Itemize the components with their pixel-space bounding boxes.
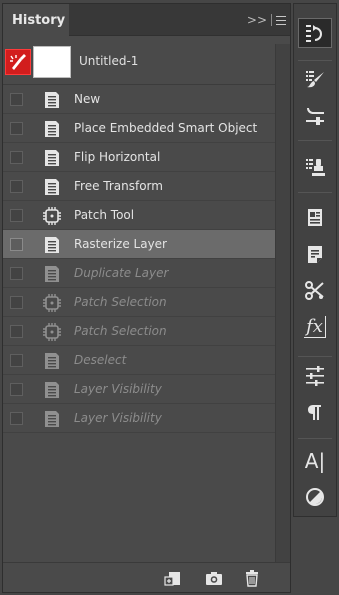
new-document-from-state-icon[interactable] bbox=[164, 569, 182, 587]
panel-header: History >> bbox=[3, 4, 290, 36]
brush-presets-icon[interactable] bbox=[298, 64, 332, 94]
history-state-label: Layer Visibility bbox=[74, 382, 162, 396]
tools-icon[interactable] bbox=[298, 275, 332, 305]
toolbar-divider bbox=[298, 438, 332, 439]
history-state-label: Place Embedded Smart Object bbox=[74, 121, 258, 135]
history-state-label: New bbox=[74, 92, 101, 106]
document-icon bbox=[42, 264, 62, 284]
history-brush-source-checkbox[interactable] bbox=[10, 325, 23, 338]
panel-dock-toolbar: fx A| bbox=[293, 3, 337, 517]
properties-icon[interactable] bbox=[298, 202, 332, 232]
history-state-row[interactable]: Patch Selection bbox=[3, 317, 275, 346]
document-icon bbox=[42, 351, 62, 371]
toolbar-divider bbox=[298, 192, 332, 193]
history-brush-source-checkbox[interactable] bbox=[10, 238, 23, 251]
history-state-label: Duplicate Layer bbox=[74, 266, 169, 280]
history-state-row[interactable]: Patch Tool bbox=[3, 201, 275, 230]
patch-icon bbox=[42, 293, 62, 313]
document-icon bbox=[42, 235, 62, 255]
character-label: A| bbox=[304, 449, 326, 473]
patch-icon bbox=[42, 206, 62, 226]
adjustments-icon[interactable] bbox=[298, 360, 332, 390]
document-icon bbox=[42, 90, 62, 110]
history-state-row[interactable]: Layer Visibility bbox=[3, 404, 275, 433]
history-state-label: Patch Tool bbox=[74, 208, 135, 222]
snapshot-thumbnail[interactable] bbox=[33, 46, 71, 78]
history-state-label: Deselect bbox=[74, 353, 127, 367]
history-state-row[interactable]: Duplicate Layer bbox=[3, 259, 275, 288]
color-icon[interactable] bbox=[298, 482, 332, 512]
fx-label: fx bbox=[304, 316, 326, 338]
history-brush-source-checkbox[interactable] bbox=[10, 354, 23, 367]
history-list: New Place Embedded Smart Object Flip Horiz… bbox=[3, 84, 275, 433]
brush-settings-icon[interactable] bbox=[298, 101, 332, 131]
document-icon bbox=[42, 380, 62, 400]
camera-icon[interactable] bbox=[205, 569, 223, 587]
character-icon[interactable]: A| bbox=[298, 446, 332, 476]
photoshop-workspace: History >> Untitled-1 New Place Embedded … bbox=[0, 0, 339, 595]
history-brush-source-checkbox[interactable] bbox=[10, 383, 23, 396]
tab-history[interactable]: History bbox=[3, 4, 69, 36]
toolbar-divider bbox=[298, 140, 332, 141]
document-icon bbox=[42, 177, 62, 197]
history-state-label: Patch Selection bbox=[74, 324, 167, 338]
scrollbar[interactable] bbox=[275, 44, 290, 566]
history-panel: History >> Untitled-1 New Place Embedded … bbox=[2, 3, 291, 593]
document-icon bbox=[42, 409, 62, 429]
collapse-icon[interactable]: >> bbox=[247, 13, 267, 27]
history-brush-source-checkbox[interactable] bbox=[10, 122, 23, 135]
history-state-row[interactable]: Place Embedded Smart Object bbox=[3, 114, 275, 143]
notes-icon[interactable] bbox=[298, 239, 332, 269]
document-icon bbox=[42, 119, 62, 139]
toolbar-divider bbox=[298, 60, 332, 61]
history-state-row[interactable]: Free Transform bbox=[3, 172, 275, 201]
snapshot-name: Untitled-1 bbox=[79, 54, 139, 68]
history-brush-source-checkbox[interactable] bbox=[10, 180, 23, 193]
document-icon bbox=[42, 148, 62, 168]
history-state-label: Flip Horizontal bbox=[74, 150, 161, 164]
history-brush-source-checkbox[interactable] bbox=[10, 296, 23, 309]
history-state-label: Layer Visibility bbox=[74, 411, 162, 425]
history-brush-source-icon[interactable] bbox=[5, 49, 31, 75]
history-state-row[interactable]: Rasterize Layer bbox=[3, 230, 275, 259]
history-brush-source-checkbox[interactable] bbox=[10, 209, 23, 222]
history-brush-source-checkbox[interactable] bbox=[10, 93, 23, 106]
history-state-row[interactable]: Layer Visibility bbox=[3, 375, 275, 404]
divider bbox=[271, 14, 272, 26]
history-state-row[interactable]: Patch Selection bbox=[3, 288, 275, 317]
fx-icon[interactable]: fx bbox=[298, 312, 332, 342]
toolbar-divider bbox=[298, 356, 332, 357]
snapshot-row[interactable]: Untitled-1 bbox=[3, 44, 275, 82]
history-state-row[interactable]: New bbox=[3, 85, 275, 114]
history-brush-source-checkbox[interactable] bbox=[10, 151, 23, 164]
history-brush-source-checkbox[interactable] bbox=[10, 412, 23, 425]
patch-icon bbox=[42, 322, 62, 342]
history-icon[interactable] bbox=[298, 18, 332, 48]
history-state-row[interactable]: Flip Horizontal bbox=[3, 143, 275, 172]
clone-source-icon[interactable] bbox=[298, 152, 332, 182]
history-state-row[interactable]: Deselect bbox=[3, 346, 275, 375]
history-state-label: Free Transform bbox=[74, 179, 163, 193]
panel-menu-icon[interactable] bbox=[276, 15, 286, 25]
panel-footer bbox=[3, 562, 290, 592]
header-tools: >> bbox=[247, 4, 286, 36]
history-state-label: Rasterize Layer bbox=[74, 237, 167, 251]
history-state-label: Patch Selection bbox=[74, 295, 167, 309]
trash-icon[interactable] bbox=[243, 569, 261, 587]
history-brush-source-checkbox[interactable] bbox=[10, 267, 23, 280]
paragraph-icon[interactable] bbox=[298, 397, 332, 427]
